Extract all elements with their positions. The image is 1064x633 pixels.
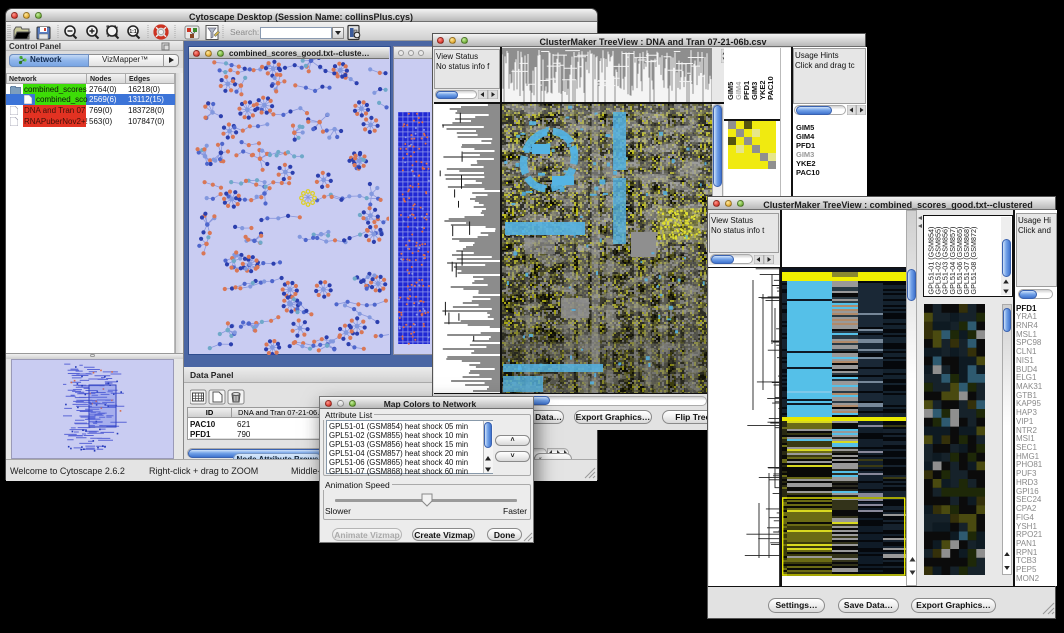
- svg-text:GPL51-08 (GSM872): GPL51-08 (GSM872): [969, 227, 978, 295]
- svg-text:1:1: 1:1: [129, 29, 136, 35]
- svg-text:PAC10: PAC10: [766, 76, 775, 100]
